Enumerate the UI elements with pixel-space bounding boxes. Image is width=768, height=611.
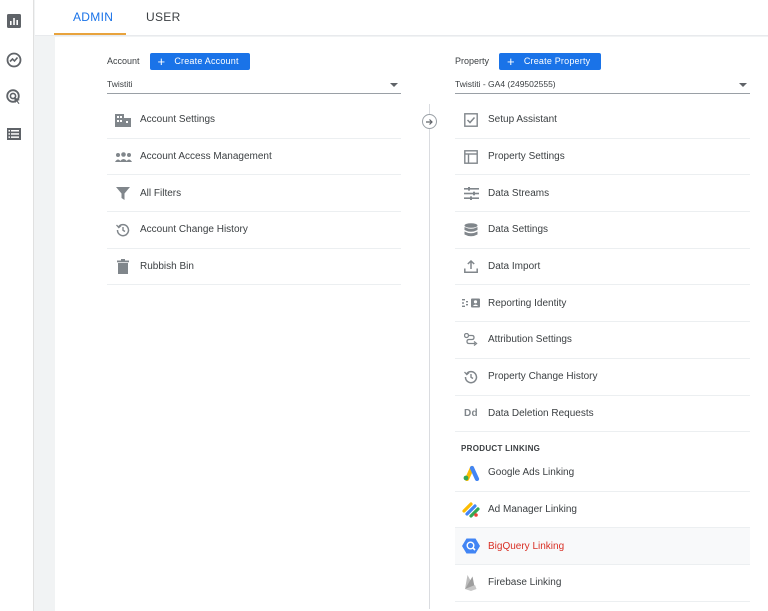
dropdown-caret-icon — [739, 83, 747, 87]
dropdown-caret-icon — [390, 83, 398, 87]
plus-icon: + — [157, 53, 166, 69]
menu-item-data-streams[interactable]: Data Streams — [455, 175, 750, 213]
google-ads-icon — [462, 464, 480, 482]
property-header: Property + Create Property — [455, 52, 602, 70]
menu-item-label: Data Import — [488, 261, 541, 273]
menu-item-firebase-linking[interactable]: Firebase Linking — [455, 565, 750, 602]
menu-item-label: Data Settings — [488, 224, 549, 236]
arrow-right-icon — [422, 114, 437, 129]
create-account-button[interactable]: + Create Account — [149, 52, 250, 70]
menu-item-google-ads-linking[interactable]: Google Ads Linking — [455, 455, 750, 492]
menu-item-account-settings[interactable]: Account Settings — [107, 102, 401, 139]
configure-icon[interactable] — [5, 125, 23, 143]
bigquery-icon — [462, 537, 480, 555]
menu-item-data-deletion-requests[interactable]: Dd Data Deletion Requests — [455, 396, 750, 433]
identity-icon — [462, 294, 480, 312]
explore-icon[interactable] — [5, 51, 23, 69]
checklist-icon — [462, 111, 480, 129]
create-account-label: Create Account — [174, 56, 239, 66]
menu-item-label: Property Change History — [488, 371, 598, 383]
streams-icon — [462, 184, 480, 202]
menu-item-attribution-settings[interactable]: Attribution Settings — [455, 322, 750, 359]
menu-item-ad-manager-linking[interactable]: Ad Manager Linking — [455, 492, 750, 529]
tab-admin[interactable]: ADMIN — [73, 10, 113, 24]
menu-item-label: Account Access Management — [140, 151, 272, 163]
menu-item-label: BigQuery Linking — [488, 540, 565, 552]
property-selected-value: Twistiti - GA4 (249502555) — [455, 79, 556, 89]
filter-icon — [114, 184, 132, 202]
product-linking-menu: Google Ads Linking Ad Manager Linking Bi… — [455, 455, 750, 602]
property-label: Property — [455, 56, 490, 66]
menu-item-label: Google Ads Linking — [488, 467, 575, 479]
account-selected-value: Twistiti — [107, 79, 133, 89]
database-icon — [462, 221, 480, 239]
history-icon — [462, 368, 480, 386]
history-icon — [114, 221, 132, 239]
menu-item-label: Data Deletion Requests — [488, 407, 594, 419]
left-nav-rail — [0, 0, 34, 611]
menu-item-label: Firebase Linking — [488, 577, 562, 589]
firebase-icon — [462, 574, 480, 592]
product-linking-heading: PRODUCT LINKING — [461, 444, 541, 453]
menu-item-label: Attribution Settings — [488, 334, 572, 346]
menu-item-label: Data Streams — [488, 187, 550, 199]
menu-item-property-settings[interactable]: Property Settings — [455, 139, 750, 176]
menu-item-label: Ad Manager Linking — [488, 504, 577, 516]
menu-item-account-access-management[interactable]: Account Access Management — [107, 139, 401, 176]
menu-item-rubbish-bin[interactable]: Rubbish Bin — [107, 249, 401, 286]
tab-user[interactable]: USER — [146, 10, 181, 24]
reports-icon[interactable] — [5, 12, 23, 30]
property-menu: Setup Assistant Property Settings Data S… — [455, 102, 750, 433]
menu-item-all-filters[interactable]: All Filters — [107, 175, 401, 213]
attribution-icon — [462, 331, 480, 349]
menu-item-label: Reporting Identity — [488, 297, 567, 309]
people-icon — [114, 148, 132, 166]
upload-icon — [462, 258, 480, 276]
menu-item-label: All Filters — [140, 187, 182, 199]
menu-item-property-change-history[interactable]: Property Change History — [455, 359, 750, 396]
menu-item-data-import[interactable]: Data Import — [455, 249, 750, 286]
column-divider — [429, 104, 430, 609]
admin-tabs: ADMIN USER — [35, 0, 768, 36]
menu-item-label: Setup Assistant — [488, 114, 557, 126]
account-label: Account — [107, 56, 140, 66]
trash-icon — [114, 258, 132, 276]
menu-item-label: Rubbish Bin — [140, 261, 194, 273]
menu-item-reporting-identity[interactable]: Reporting Identity — [455, 285, 750, 323]
building-icon — [114, 111, 132, 129]
menu-item-label: Account Change History — [140, 224, 248, 236]
ad-manager-icon — [462, 501, 480, 519]
menu-item-data-settings[interactable]: Data Settings — [455, 212, 750, 249]
account-selector[interactable]: Twistiti — [107, 77, 401, 94]
property-selector[interactable]: Twistiti - GA4 (249502555) — [455, 77, 750, 94]
plus-icon: + — [507, 53, 515, 69]
layout-icon — [462, 148, 480, 166]
account-menu: Account Settings Account Access Manageme… — [107, 102, 401, 286]
account-header: Account + Create Account — [107, 52, 250, 70]
menu-item-label: Property Settings — [488, 151, 565, 163]
advertising-icon[interactable] — [5, 88, 23, 106]
create-property-button[interactable]: + Create Property — [499, 52, 602, 70]
create-property-label: Create Property — [523, 56, 591, 66]
menu-item-label: Account Settings — [140, 114, 216, 126]
admin-panel: Account + Create Account Twistiti Accoun… — [55, 37, 768, 611]
menu-item-setup-assistant[interactable]: Setup Assistant — [455, 102, 750, 139]
deletion-dd-icon: Dd — [464, 407, 478, 419]
menu-item-account-change-history[interactable]: Account Change History — [107, 212, 401, 249]
menu-item-bigquery-linking[interactable]: BigQuery Linking — [455, 528, 750, 566]
active-tab-indicator — [54, 33, 126, 35]
